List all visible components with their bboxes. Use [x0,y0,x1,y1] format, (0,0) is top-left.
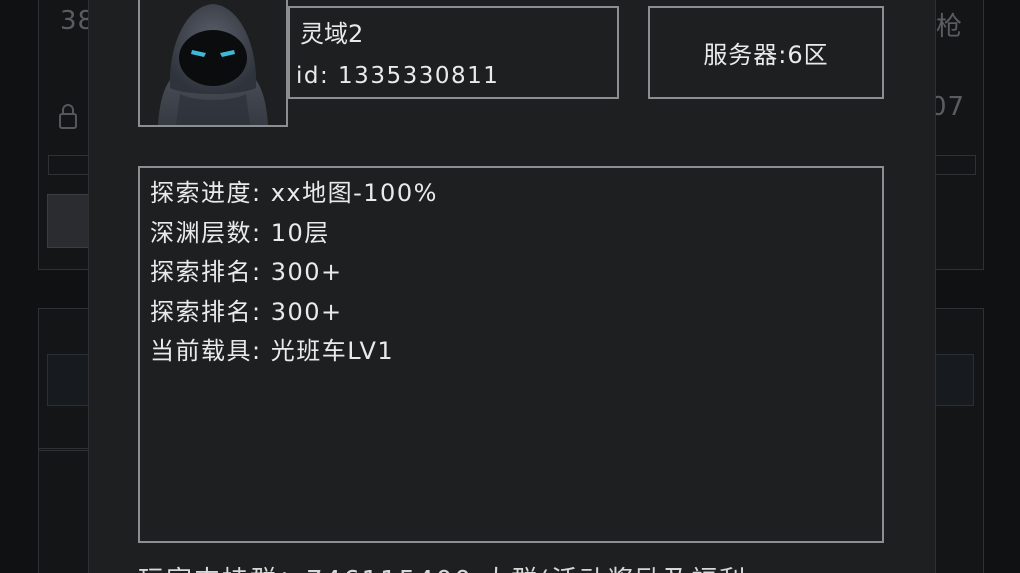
player-avatar[interactable] [138,0,288,127]
hooded-figure-icon [140,0,286,125]
server-label: 服务器:6区 [703,41,829,69]
background-right-label: 枪 [936,12,964,42]
server-box: 服务器:6区 [648,6,884,99]
info-row-rank: 探索排名: 300+ [150,297,343,326]
lock-icon [58,102,78,130]
exploration-info-box: 探索进度: xx地图-100% 深渊层数: 10层 探索排名: 300+ 探索排… [138,166,884,543]
game-screen: 38 枪 07 灵域2 id: 1335330811 服务器:6区 探索进度: … [0,0,1020,573]
player-id: id: 1335330811 [296,63,500,89]
support-group-text: 玩家支持群：746115400 大群(活动奖励及福利 [138,560,747,573]
player-name: 灵域2 [300,20,364,48]
info-row-rank: 探索排名: 300+ [150,258,343,286]
info-row-abyss-floor: 深渊层数: 10层 [150,218,330,247]
player-name-box: 灵域2 id: 1335330811 [288,6,619,99]
info-row-vehicle: 当前载具: 光班车LV1 [150,337,395,365]
info-row-progress: 探索进度: xx地图-100% [150,179,438,207]
